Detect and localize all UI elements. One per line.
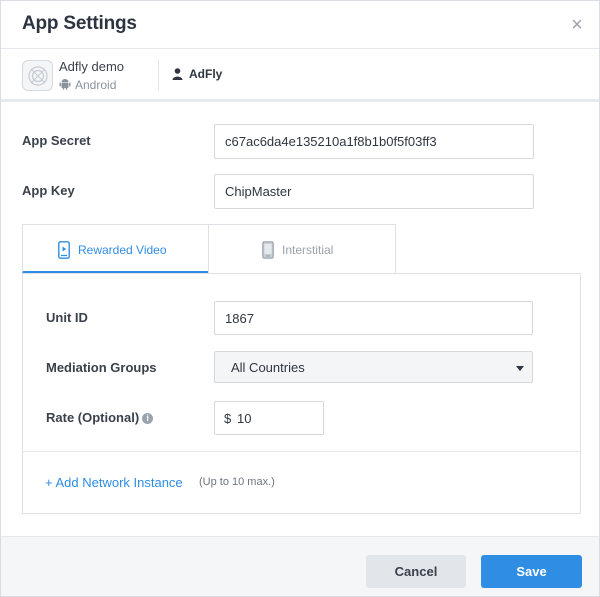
phone-icon [262,241,274,259]
selected-value: All Countries [231,360,305,375]
android-icon [59,79,71,90]
add-limit-note: (Up to 10 max.) [199,476,275,488]
rate-label: Rate (Optional) i [46,410,154,425]
tab-label: Rewarded Video [78,243,167,257]
close-icon[interactable]: × [567,15,587,35]
account-name: AdFly [189,67,223,81]
app-placeholder-icon [22,60,53,91]
app-platform: Android [59,78,116,92]
app-key-field[interactable] [214,174,534,209]
tab-label: Interstitial [282,243,334,257]
app-secret-label: App Secret [22,133,91,148]
currency-prefix: $ [224,411,232,426]
divider [158,60,159,90]
user-icon [172,68,183,80]
save-button[interactable]: Save [481,555,582,588]
divider [23,451,580,452]
modal-header: App Settings × [1,1,599,49]
rate-field[interactable]: $ [214,401,324,435]
mediation-groups-label: Mediation Groups [46,360,157,375]
tab-interstitial[interactable]: Interstitial [208,224,396,274]
unit-id-label: Unit ID [46,310,88,325]
tab-rewarded-video[interactable]: Rewarded Video [22,224,209,274]
video-phone-icon [58,241,70,259]
rate-input[interactable] [237,403,321,433]
app-name: Adfly demo [59,59,125,74]
unit-id-field[interactable] [214,301,533,335]
cancel-button[interactable]: Cancel [366,555,466,588]
info-icon[interactable]: i [142,413,154,424]
ad-type-tabs: Rewarded Video Interstitial [22,224,581,274]
app-settings-modal: App Settings × Adfly demo Android AdFly … [0,0,600,597]
modal-title: App Settings [22,13,137,34]
platform-label: Android [75,78,117,92]
rewarded-video-panel: Unit ID Mediation Groups All Countries R… [22,273,581,514]
app-info-bar: Adfly demo Android AdFly [1,49,599,102]
app-secret-field[interactable] [214,124,534,159]
mediation-groups-select[interactable]: All Countries [214,351,533,383]
caret-down-icon [516,366,524,371]
modal-footer: Cancel Save [1,536,599,596]
app-key-label: App Key [22,183,75,198]
rate-label-text: Rate (Optional) [46,410,140,425]
add-network-instance-link[interactable]: + Add Network Instance [45,475,183,490]
